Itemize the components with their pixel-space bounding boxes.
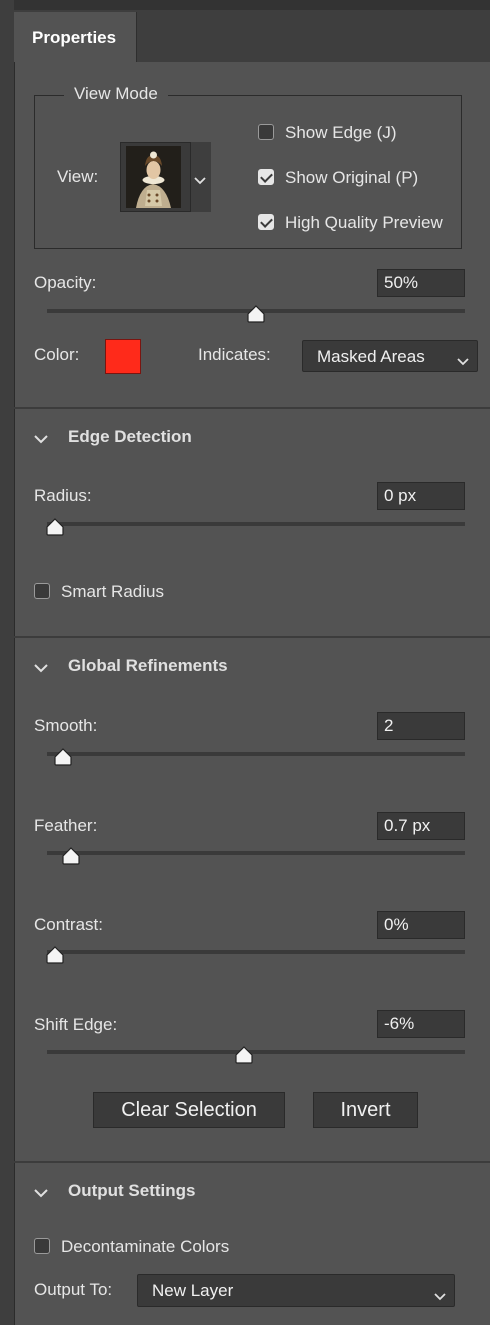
show-edge-label: Show Edge (J) xyxy=(285,123,397,142)
section-divider xyxy=(14,407,490,409)
invert-button[interactable]: Invert xyxy=(313,1092,418,1128)
global-refinements-title[interactable]: Global Refinements xyxy=(68,656,228,676)
view-mode-title: View Mode xyxy=(64,84,168,104)
shift-edge-slider-track[interactable] xyxy=(47,1050,465,1054)
smart-radius-label: Smart Radius xyxy=(61,582,164,601)
contrast-input[interactable]: 0% xyxy=(377,911,465,939)
color-label: Color: xyxy=(34,345,80,364)
indicates-select-value: Masked Areas xyxy=(317,347,425,366)
chevron-down-icon xyxy=(434,1288,446,1306)
indicates-select[interactable]: Masked Areas xyxy=(302,340,478,372)
output-to-label: Output To: xyxy=(34,1280,113,1299)
smooth-slider-track[interactable] xyxy=(47,752,465,756)
section-divider xyxy=(14,1161,490,1163)
radius-input[interactable]: 0 px xyxy=(377,482,465,510)
output-to-select-value: New Layer xyxy=(152,1281,234,1300)
high-quality-preview-label: High Quality Preview xyxy=(285,213,443,232)
show-original-checkbox[interactable] xyxy=(258,169,274,185)
chevron-down-icon xyxy=(194,172,206,190)
view-label: View: xyxy=(57,167,99,186)
radius-label: Radius: xyxy=(34,486,92,505)
smooth-slider-thumb[interactable] xyxy=(53,748,73,766)
feather-input[interactable]: 0.7 px xyxy=(377,812,465,840)
panel-tab-bar-top xyxy=(14,0,490,10)
opacity-input[interactable]: 50% xyxy=(377,269,465,297)
panel-left-gutter xyxy=(0,0,15,1325)
feather-slider-thumb[interactable] xyxy=(61,847,81,865)
show-edge-checkbox[interactable] xyxy=(258,124,274,140)
shift-edge-label: Shift Edge: xyxy=(34,1015,118,1034)
high-quality-preview-checkbox[interactable] xyxy=(258,214,274,230)
shift-edge-input[interactable]: -6% xyxy=(377,1010,465,1038)
tab-properties-label: Properties xyxy=(32,28,117,47)
shift-edge-slider-thumb[interactable] xyxy=(234,1046,254,1064)
chevron-down-icon xyxy=(457,353,469,371)
section-divider xyxy=(14,636,490,638)
feather-label: Feather: xyxy=(34,816,98,835)
radius-slider-thumb[interactable] xyxy=(45,518,65,536)
contrast-slider-thumb[interactable] xyxy=(45,946,65,964)
smooth-label: Smooth: xyxy=(34,716,98,735)
decontaminate-colors-label: Decontaminate Colors xyxy=(61,1237,230,1256)
clear-selection-button[interactable]: Clear Selection xyxy=(93,1092,285,1128)
output-to-select[interactable]: New Layer xyxy=(137,1274,455,1307)
decontaminate-colors-checkbox[interactable] xyxy=(34,1238,50,1254)
preview-thumbnail[interactable] xyxy=(126,146,181,208)
opacity-label: Opacity: xyxy=(34,273,97,292)
output-settings-collapse-icon[interactable] xyxy=(34,1185,48,1203)
edge-detection-title[interactable]: Edge Detection xyxy=(68,427,192,447)
overlay-color-swatch[interactable] xyxy=(105,339,141,374)
contrast-slider-track[interactable] xyxy=(47,950,465,954)
contrast-label: Contrast: xyxy=(34,915,103,934)
show-original-label: Show Original (P) xyxy=(285,168,419,187)
indicates-label: Indicates: xyxy=(198,345,271,364)
opacity-slider-thumb[interactable] xyxy=(246,305,266,323)
radius-slider-track[interactable] xyxy=(47,522,465,526)
output-settings-title[interactable]: Output Settings xyxy=(68,1181,195,1201)
global-refinements-collapse-icon[interactable] xyxy=(34,660,48,678)
feather-slider-track[interactable] xyxy=(47,851,465,855)
edge-detection-collapse-icon[interactable] xyxy=(34,431,48,449)
smooth-input[interactable]: 2 xyxy=(377,712,465,740)
smart-radius-checkbox[interactable] xyxy=(34,583,50,599)
